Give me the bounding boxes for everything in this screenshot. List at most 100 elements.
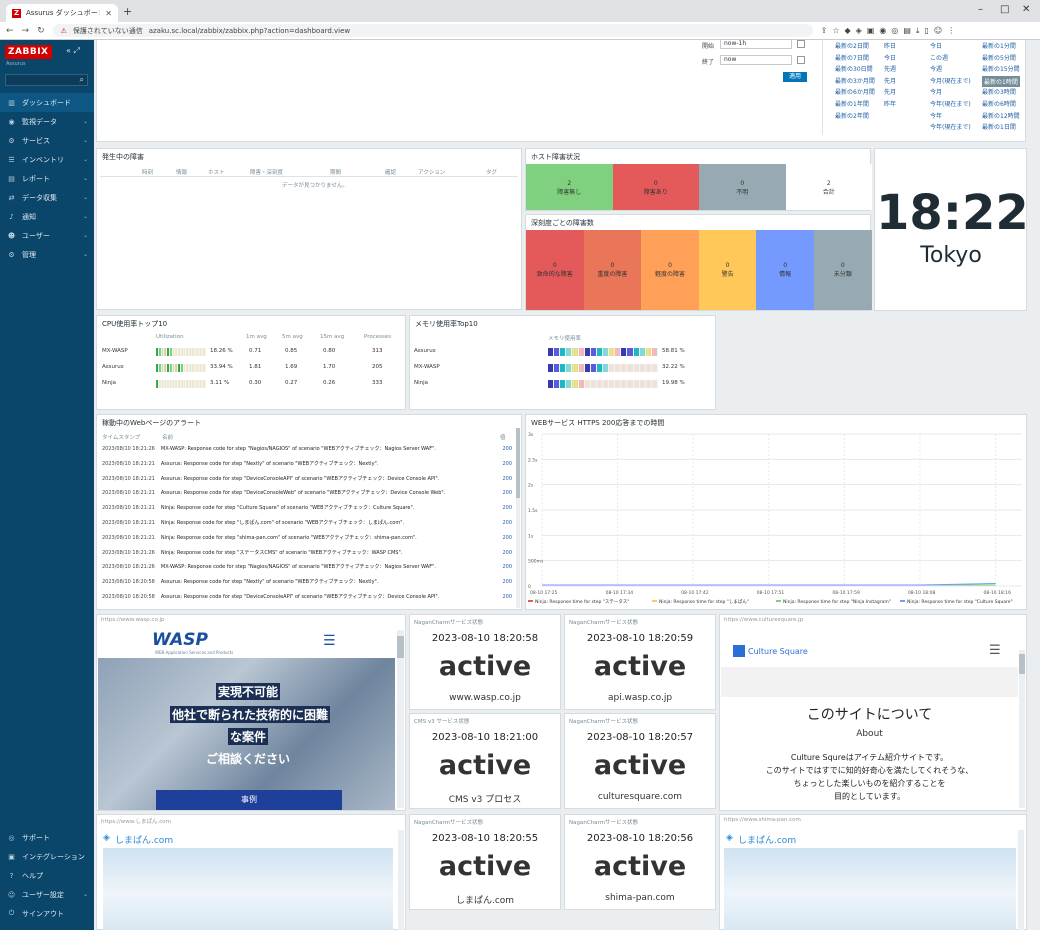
- table-row[interactable]: 2023/08/10 18:21:21 Assurus: Response cod…: [102, 460, 512, 469]
- extension-icon[interactable]: ▤: [903, 26, 911, 36]
- extension-icon[interactable]: ◆: [845, 26, 851, 36]
- sidebar-item-reports[interactable]: ▤ レポート ⌄: [0, 169, 94, 188]
- quick-range-link[interactable]: 最新の15分間: [982, 64, 1020, 73]
- wasp-cases-button[interactable]: 事例: [156, 790, 342, 810]
- table-row[interactable]: 2023/08/10 18:21:21 Ninja: Response code …: [102, 519, 512, 528]
- table-row[interactable]: 2023/08/10 18:20:58 Assurus: Response cod…: [102, 593, 512, 602]
- problems-column-header[interactable]: 時刻: [142, 168, 153, 176]
- sidebar-item-users[interactable]: ☻ ユーザー ⌄: [0, 226, 94, 245]
- zabbix-logo[interactable]: ZABBIX: [5, 45, 52, 59]
- severity-cell[interactable]: 0 警告: [698, 230, 757, 310]
- sidebar-item-monitoring[interactable]: ◉ 監視データ ⌄: [0, 112, 94, 131]
- tab-close-icon[interactable]: ✕: [105, 9, 112, 18]
- quick-range-link[interactable]: 先月: [884, 76, 896, 85]
- quick-range-link[interactable]: 昨日: [884, 41, 896, 50]
- extension-icon[interactable]: ▣: [867, 26, 875, 36]
- sidebar-item-help[interactable]: ? ヘルプ: [0, 866, 94, 885]
- sidebar-item-inventory[interactable]: ☰ インベントリ ⌄: [0, 150, 94, 169]
- sidebar-item-signout[interactable]: ⏻ サインアウト: [0, 904, 94, 923]
- scrollbar-thumb[interactable]: [516, 428, 520, 498]
- quick-range-link[interactable]: 今年(現在まで): [930, 99, 971, 108]
- extension-icon[interactable]: ◎: [891, 26, 898, 36]
- severity-cell[interactable]: 0 未分類: [814, 230, 872, 310]
- scrollbar[interactable]: [397, 630, 404, 808]
- host-status-cell[interactable]: 2 合計: [785, 164, 872, 210]
- calendar-icon[interactable]: [797, 40, 805, 48]
- quick-range-link[interactable]: 最新の7日間: [835, 53, 869, 62]
- new-tab-icon[interactable]: +: [123, 5, 132, 18]
- quick-range-link[interactable]: 昨年: [884, 99, 896, 108]
- quick-range-link[interactable]: 最新の1日間: [982, 122, 1016, 131]
- forward-icon[interactable]: →: [22, 26, 30, 36]
- host-status-cell[interactable]: 0 障害あり: [612, 164, 699, 210]
- sidebar-item-integrations[interactable]: ▣ インテグレーション: [0, 847, 94, 866]
- quick-range-link[interactable]: 先週: [884, 64, 896, 73]
- quick-range-link[interactable]: 最新の1年間: [835, 99, 869, 108]
- quick-range-link[interactable]: 今月: [930, 87, 942, 96]
- host-status-cell[interactable]: 2 障害無し: [526, 164, 613, 210]
- severity-cell[interactable]: 0 重度の障害: [583, 230, 642, 310]
- url-field[interactable]: ⚠ 保護されていない通信 azaku.sc.local/zabbix/zabbi…: [52, 24, 813, 37]
- hamburger-menu-icon[interactable]: ☰: [323, 633, 336, 649]
- extension-icon[interactable]: ◈: [856, 26, 862, 36]
- sidebar-item-data-collection[interactable]: ⇄ データ収集 ⌄: [0, 188, 94, 207]
- sidepanel-icon[interactable]: ▯: [924, 26, 928, 36]
- table-row[interactable]: 2023/08/10 18:21:21 Assurus: Response cod…: [102, 489, 512, 498]
- quick-range-link[interactable]: 最新の3か月間: [835, 76, 875, 85]
- table-row[interactable]: 2023/08/10 18:21:26 MX-WASP: Response cod…: [102, 445, 512, 454]
- quick-range-link[interactable]: 今年(現在まで): [930, 122, 971, 131]
- scrollbar[interactable]: [516, 428, 520, 608]
- sidebar-item-support[interactable]: ◎ サポート: [0, 828, 94, 847]
- quick-range-link[interactable]: 今日: [884, 53, 896, 62]
- quick-range-link[interactable]: 最新の1時間: [982, 75, 1020, 87]
- quick-range-link[interactable]: 最新の30日間: [835, 64, 873, 73]
- profile-avatar-icon[interactable]: ☺: [934, 26, 942, 36]
- from-input[interactable]: now-1h: [720, 39, 792, 49]
- sidebar-search-input[interactable]: ⌕: [5, 74, 88, 86]
- table-row[interactable]: 2023/08/10 18:21:21 Ninja: Response code …: [102, 534, 512, 543]
- quick-range-link[interactable]: 最新の2年間: [835, 111, 869, 120]
- scrollbar-thumb[interactable]: [397, 636, 404, 658]
- table-row[interactable]: 2023/08/10 18:20:58 Assurus: Response cod…: [102, 578, 512, 587]
- sidebar-item-user-settings[interactable]: ☺ ユーザー設定 ⌄: [0, 885, 94, 904]
- quick-range-link[interactable]: 今日: [930, 41, 942, 50]
- table-row[interactable]: 2023/08/10 18:21:26 MX-WASP: Response cod…: [102, 563, 512, 572]
- quick-range-link[interactable]: 最新の2日間: [835, 41, 869, 50]
- quick-range-link[interactable]: 最新の12時間: [982, 111, 1020, 120]
- scrollbar[interactable]: [1019, 650, 1025, 808]
- quick-range-link[interactable]: 今月(現在まで): [930, 76, 971, 85]
- quick-range-link[interactable]: 今年: [930, 111, 942, 120]
- quick-range-link[interactable]: 最新の3時間: [982, 87, 1016, 96]
- severity-cell[interactable]: 0 軽度の障害: [641, 230, 699, 310]
- severity-cell[interactable]: 0 致命的な障害: [526, 230, 584, 310]
- quick-range-link[interactable]: 今週: [930, 64, 942, 73]
- hamburger-menu-icon[interactable]: ☰: [989, 643, 1001, 658]
- quick-range-link[interactable]: 最新の1分間: [982, 41, 1016, 50]
- back-icon[interactable]: ←: [6, 26, 14, 36]
- table-row[interactable]: 2023/08/10 18:21:21 Ninja: Response code …: [102, 504, 512, 513]
- sidebar-item-dashboard[interactable]: ▥ ダッシュボード: [0, 93, 94, 112]
- sidebar-item-services[interactable]: ⚙ サービス ⌄: [0, 131, 94, 150]
- scrollbar[interactable]: [1018, 830, 1024, 930]
- extension-icon[interactable]: ◉: [879, 26, 886, 36]
- quick-range-link[interactable]: 先月: [884, 87, 896, 96]
- minimize-icon[interactable]: –: [978, 4, 983, 15]
- table-row[interactable]: 2023/08/10 18:21:26 Ninja: Response code …: [102, 549, 512, 558]
- bookmark-star-icon[interactable]: ☆: [832, 26, 839, 36]
- menu-icon[interactable]: ⋮: [947, 26, 955, 36]
- collapse-sidebar-icon[interactable]: « ⤢: [66, 46, 80, 56]
- table-row[interactable]: 2023/08/10 18:21:21 Assurus: Response cod…: [102, 475, 512, 484]
- scrollbar[interactable]: [398, 830, 404, 930]
- quick-range-link[interactable]: 最新の5分間: [982, 53, 1016, 62]
- calendar-icon[interactable]: [797, 56, 805, 64]
- close-window-icon[interactable]: ✕: [1022, 4, 1030, 15]
- download-icon[interactable]: ⤓: [916, 26, 920, 36]
- maximize-icon[interactable]: □: [1000, 4, 1009, 15]
- to-input[interactable]: now: [720, 55, 792, 65]
- quick-range-link[interactable]: この週: [930, 53, 948, 62]
- scrollbar-thumb[interactable]: [1019, 654, 1025, 674]
- sidebar-item-alerts[interactable]: ♪ 通知 ⌄: [0, 207, 94, 226]
- browser-tab[interactable]: Z Assurus ダッシュボード ✕: [6, 4, 118, 22]
- reload-icon[interactable]: ↻: [37, 26, 45, 36]
- quick-range-link[interactable]: 最新の6時間: [982, 99, 1016, 108]
